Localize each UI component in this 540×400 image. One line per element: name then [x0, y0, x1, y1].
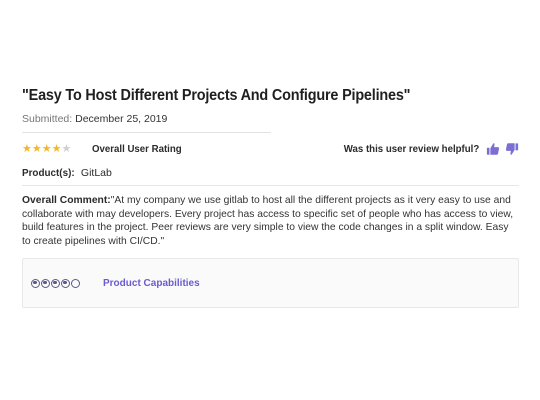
star-rating: ★ ★ ★ ★ ★	[22, 142, 72, 155]
review-title: "Easy To Host Different Projects And Con…	[22, 87, 411, 104]
rating-dot-icon	[71, 278, 80, 288]
rating-row: ★ ★ ★ ★ ★ Overall User Rating Was this user …	[22, 141, 519, 157]
thumbs-down-icon[interactable]	[505, 142, 519, 156]
overall-rating-label: Overall User Rating	[92, 143, 182, 155]
capability-score	[31, 278, 80, 288]
submitted-line: Submitted: December 25, 2019	[22, 112, 519, 126]
star-icon: ★	[22, 142, 32, 155]
rating-dot-icon	[41, 278, 50, 288]
submitted-label: Submitted:	[22, 113, 73, 125]
product-row: Product(s): GitLab	[22, 166, 519, 180]
divider	[22, 185, 519, 186]
thumbs-up-icon[interactable]	[486, 142, 500, 156]
divider	[22, 132, 271, 133]
star-icon: ★	[31, 142, 42, 155]
review-card: "Easy To Host Different Projects And Con…	[22, 86, 519, 248]
comment-label: Overall Comment:	[22, 195, 111, 206]
product-label: Product(s):	[22, 167, 75, 179]
helpful-question: Was this user review helpful?	[343, 143, 479, 155]
product-value: GitLab	[80, 167, 112, 179]
rating-dot-icon	[51, 278, 60, 288]
product-capabilities-panel[interactable]: Product Capabilities	[22, 258, 519, 308]
rating-dot-icon	[31, 278, 40, 288]
product-capabilities-link[interactable]: Product Capabilities	[103, 278, 200, 289]
star-icon: ★	[41, 142, 52, 155]
submitted-date: December 25, 2019	[75, 113, 168, 125]
star-icon: ★	[51, 142, 62, 155]
helpful-section: Was this user review helpful?	[332, 142, 519, 156]
rating-dot-icon	[61, 278, 70, 288]
star-icon: ★	[61, 142, 72, 155]
overall-comment: Overall Comment:"At my company we use gi…	[22, 194, 519, 248]
